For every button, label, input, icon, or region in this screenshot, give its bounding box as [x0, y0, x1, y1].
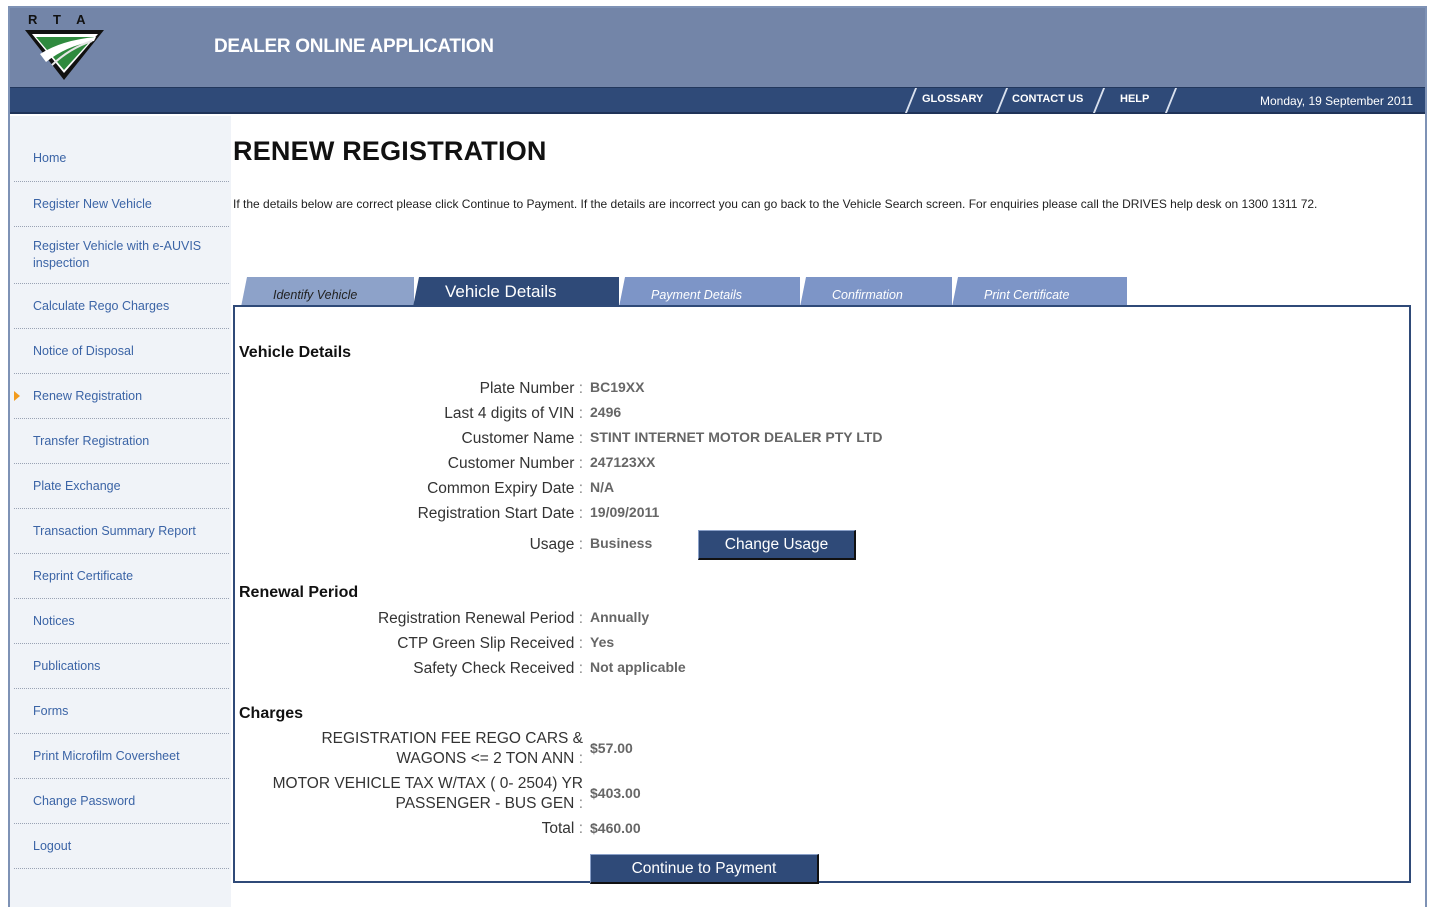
svg-text:R T A: R T A: [28, 12, 91, 27]
sidebar: Home Register New Vehicle Register Vehic…: [10, 116, 231, 907]
sidebar-item-forms[interactable]: Forms: [14, 689, 229, 734]
sidebar-item-renew-registration[interactable]: Renew Registration: [14, 374, 229, 419]
sidebar-item-label: Reprint Certificate: [33, 569, 134, 583]
customer-number-value: 247123XX: [590, 454, 656, 470]
sidebar-item-label: Publications: [33, 659, 101, 673]
nav-divider: [904, 88, 918, 113]
tab-print-certificate[interactable]: Print Certificate: [952, 277, 1127, 307]
nav-contact-us-link[interactable]: CONTACT US: [1012, 93, 1083, 105]
usage-value: Business: [590, 535, 653, 551]
registration-fee-value: $57.00: [590, 740, 633, 756]
registration-start-value: 19/09/2011: [590, 504, 660, 520]
plate-number-value: BC19XX: [590, 379, 645, 395]
field-label: Usage :: [529, 536, 583, 553]
sidebar-item-notice-of-disposal[interactable]: Notice of Disposal: [14, 329, 229, 374]
sidebar-item-label: Transfer Registration: [33, 434, 150, 448]
field-label: Common Expiry Date :: [427, 480, 583, 497]
tab-vehicle-details[interactable]: Vehicle Details: [413, 277, 619, 307]
change-usage-button[interactable]: Change Usage: [698, 530, 856, 560]
section-title-renewal-period: Renewal Period: [239, 584, 359, 601]
sidebar-item-calculate-rego-charges[interactable]: Calculate Rego Charges: [14, 284, 229, 329]
section-title-vehicle-details: Vehicle Details: [239, 344, 352, 361]
details-panel: Vehicle Details Plate Number : BC19XX La…: [233, 305, 1411, 884]
sidebar-item-label: Home: [33, 150, 67, 165]
ctp-green-slip-value: Yes: [590, 634, 615, 650]
top-navbar: GLOSSARY CONTACT US HELP Monday, 19 Sept…: [10, 87, 1425, 114]
sidebar-item-home[interactable]: Home: [14, 134, 229, 182]
sidebar-item-register-new-vehicle[interactable]: Register New Vehicle: [14, 182, 229, 227]
field-label: Customer Number :: [447, 455, 583, 472]
rta-logo: R T A: [22, 10, 110, 84]
field-label: Safety Check Received :: [413, 660, 583, 677]
nav-divider: [1164, 88, 1178, 113]
sidebar-item-label: Register New Vehicle: [33, 197, 152, 211]
charge-label: REGISTRATION FEE REGO CARS & WAGONS <= 2…: [321, 730, 583, 767]
common-expiry-value: N/A: [590, 479, 615, 495]
field-label: Plate Number :: [479, 380, 583, 397]
sidebar-item-plate-exchange[interactable]: Plate Exchange: [14, 464, 229, 509]
sidebar-item-label: Notice of Disposal: [33, 344, 134, 358]
tab-payment-details[interactable]: Payment Details: [619, 277, 800, 307]
section-title-charges: Charges: [239, 705, 304, 722]
sidebar-item-transfer-registration[interactable]: Transfer Registration: [14, 419, 229, 464]
page-title: RENEW REGISTRATION: [233, 136, 547, 166]
sidebar-item-notices[interactable]: Notices: [14, 599, 229, 644]
sidebar-item-label: Forms: [33, 704, 69, 718]
tab-confirmation[interactable]: Confirmation: [800, 277, 952, 307]
safety-check-value: Not applicable: [590, 659, 686, 675]
sidebar-item-print-microfilm-coversheet[interactable]: Print Microfilm Coversheet: [14, 734, 229, 779]
sidebar-item-label: Logout: [33, 839, 72, 853]
tab-identify-vehicle[interactable]: Identify Vehicle: [241, 277, 414, 307]
sidebar-item-label: Calculate Rego Charges: [33, 299, 170, 313]
sidebar-item-label: Renew Registration: [33, 389, 143, 403]
sidebar-item-label: Print Microfilm Coversheet: [33, 749, 180, 763]
sidebar-item-label: Transaction Summary Report: [33, 524, 196, 538]
total-label: Total :: [541, 820, 583, 837]
field-label: Registration Renewal Period :: [377, 610, 583, 627]
field-label: Registration Start Date :: [417, 505, 583, 522]
continue-to-payment-button[interactable]: Continue to Payment: [590, 854, 819, 884]
nav-divider: [1092, 88, 1106, 113]
sidebar-item-transaction-summary-report[interactable]: Transaction Summary Report: [14, 509, 229, 554]
app-title: DEALER ONLINE APPLICATION: [214, 36, 494, 57]
renewal-period-value: Annually: [590, 609, 650, 625]
nav-help-link[interactable]: HELP: [1120, 93, 1149, 105]
field-label: Last 4 digits of VIN :: [444, 405, 583, 422]
sidebar-item-register-e-auvis[interactable]: Register Vehicle with e-AUVIS inspection: [14, 227, 229, 284]
current-date: Monday, 19 September 2011: [1260, 94, 1413, 108]
intro-text: If the details below are correct please …: [233, 197, 1318, 211]
nav-divider: [995, 88, 1009, 113]
sidebar-item-logout[interactable]: Logout: [14, 824, 229, 869]
active-arrow-icon: [14, 391, 20, 401]
sidebar-item-label: Change Password: [33, 794, 136, 808]
customer-name-value: STINT INTERNET MOTOR DEALER PTY LTD: [590, 429, 883, 445]
field-label: Customer Name :: [461, 430, 583, 447]
sidebar-item-label: Register Vehicle with e-AUVIS inspection: [33, 239, 202, 270]
nav-glossary-link[interactable]: GLOSSARY: [922, 93, 983, 105]
app-header: R T A DEALER ONLINE APPLICATION: [10, 8, 1425, 87]
total-value: $460.00: [590, 820, 641, 836]
motor-vehicle-tax-value: $403.00: [590, 785, 641, 801]
charge-label: MOTOR VEHICLE TAX W/TAX ( 0- 2504) YR PA…: [272, 775, 583, 812]
field-label: CTP Green Slip Received :: [397, 635, 583, 652]
sidebar-item-label: Plate Exchange: [33, 479, 121, 493]
sidebar-item-publications[interactable]: Publications: [14, 644, 229, 689]
sidebar-item-label: Notices: [33, 614, 75, 628]
sidebar-item-change-password[interactable]: Change Password: [14, 779, 229, 824]
vin-last4-value: 2496: [590, 404, 622, 420]
sidebar-item-reprint-certificate[interactable]: Reprint Certificate: [14, 554, 229, 599]
